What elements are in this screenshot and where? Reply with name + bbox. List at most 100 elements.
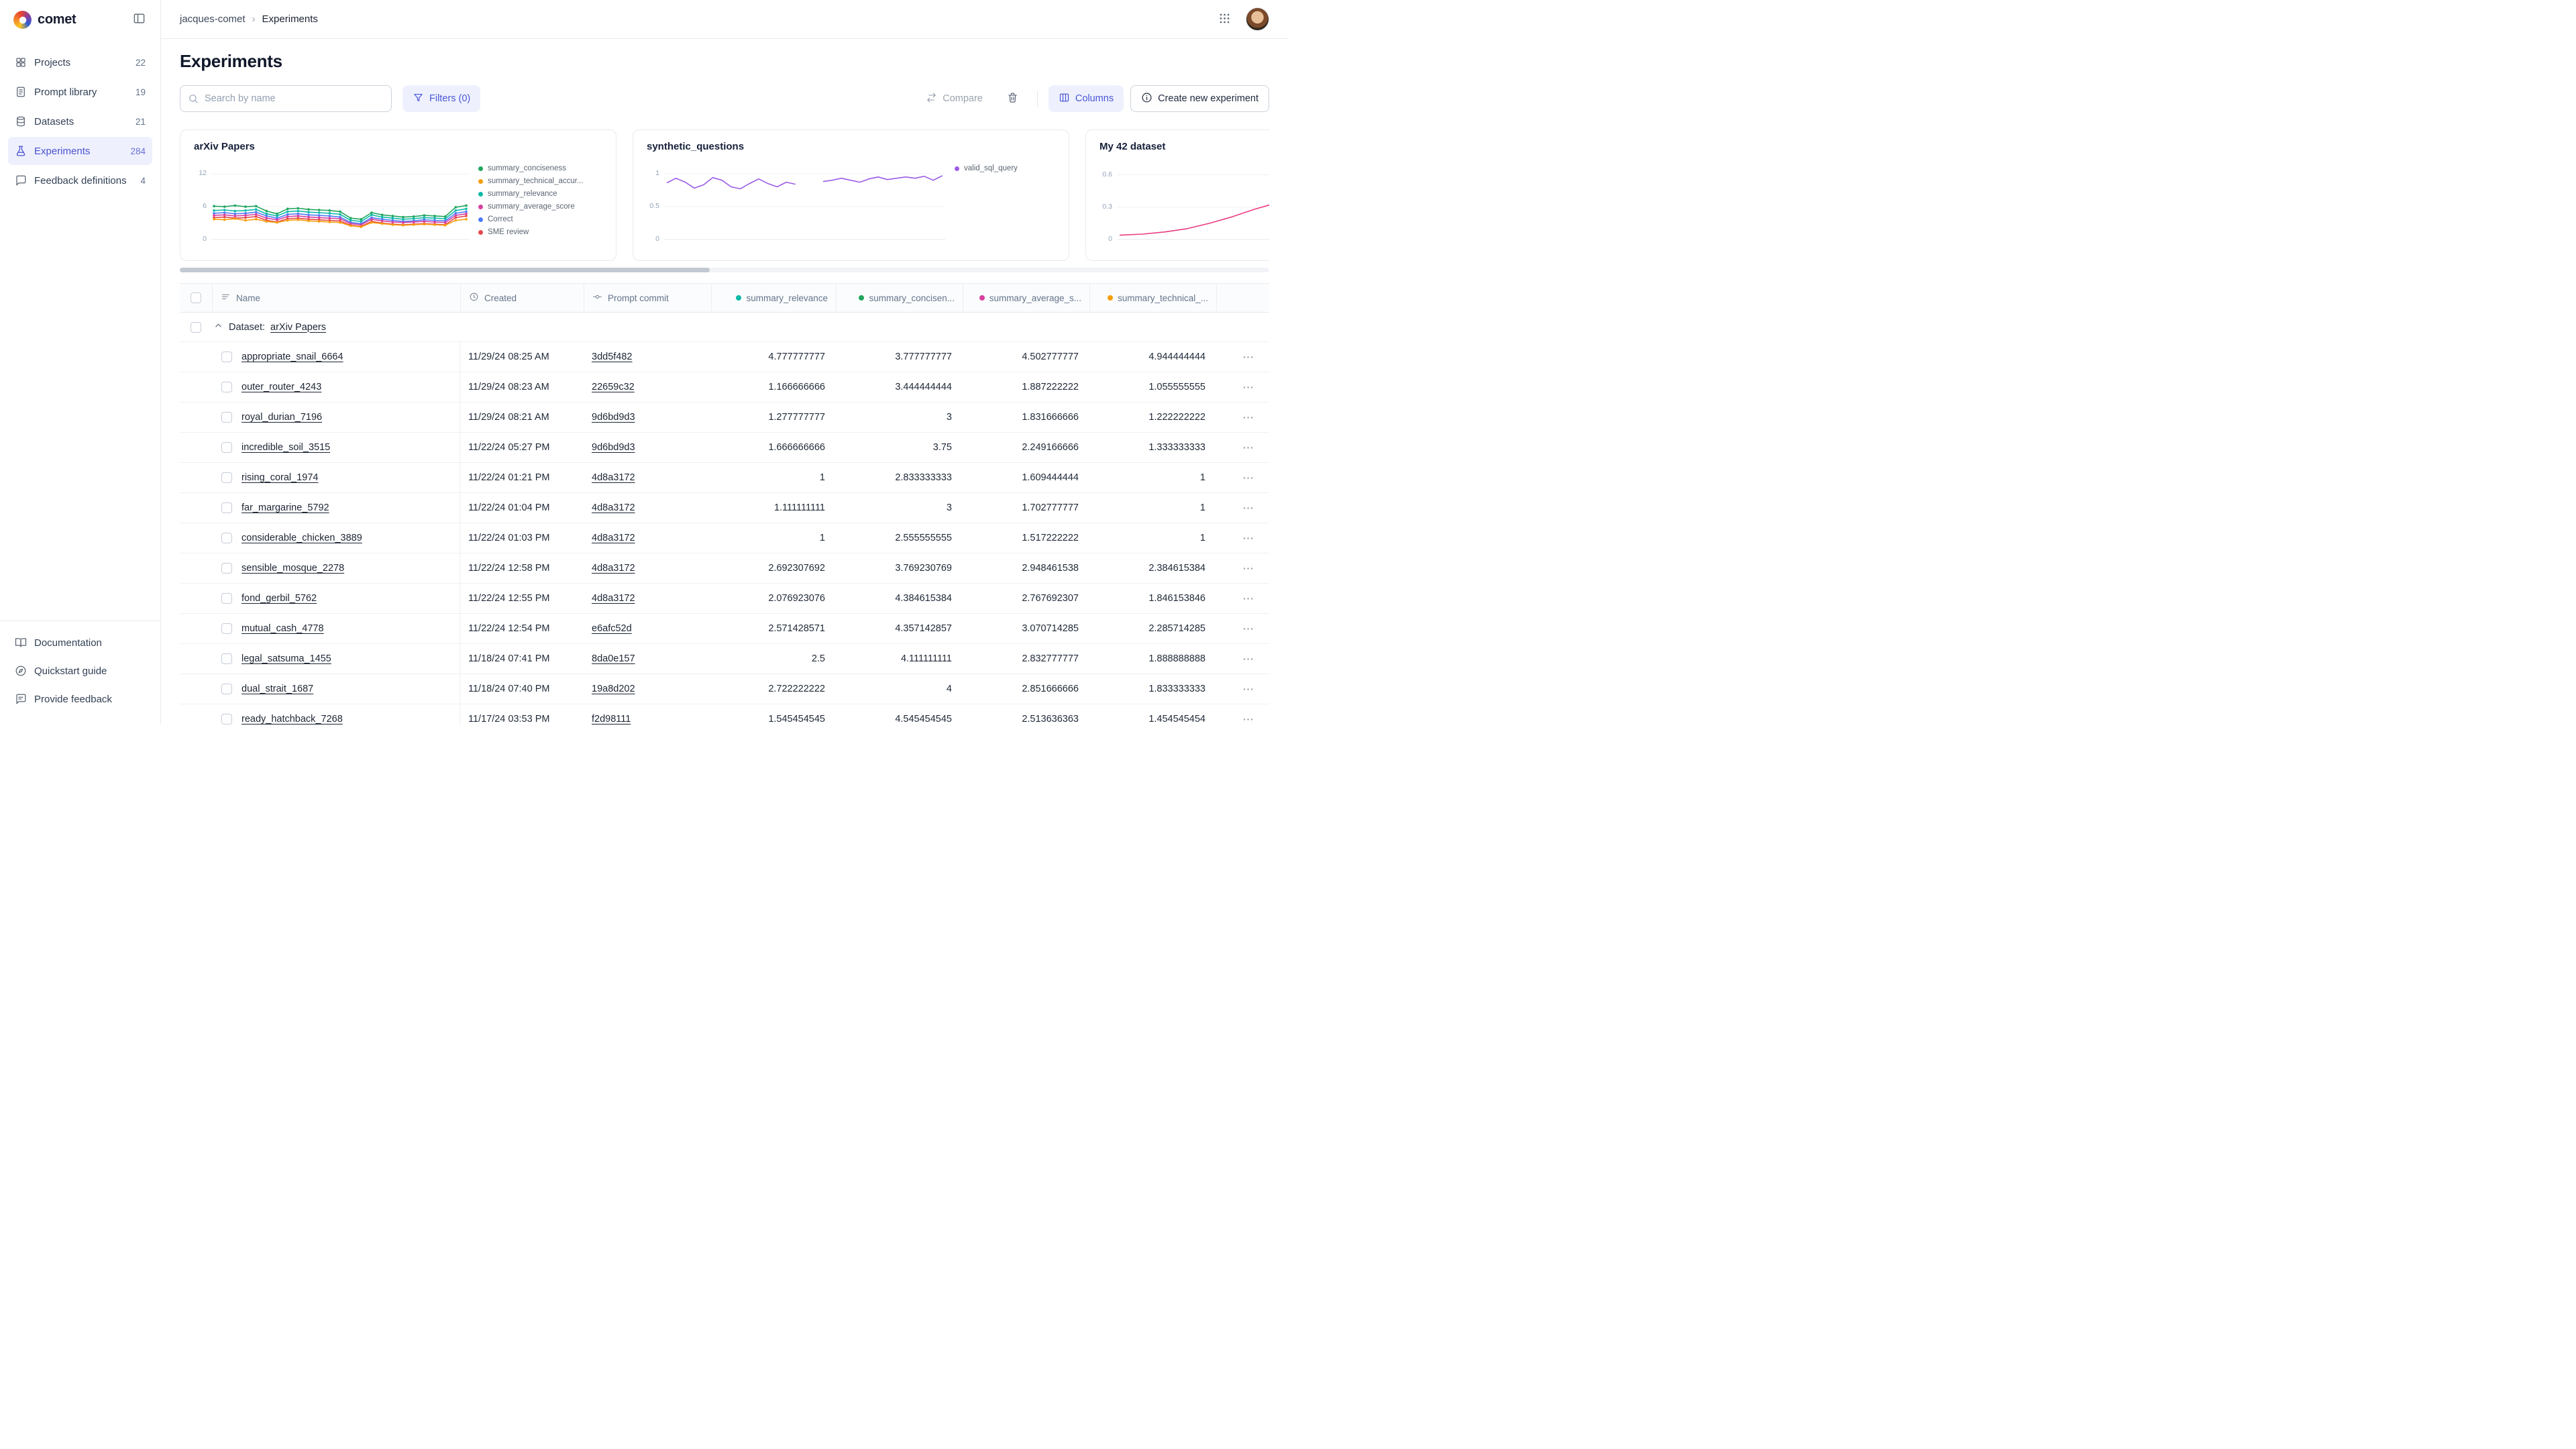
experiment-name-link[interactable]: mutual_cash_4778 [241,623,324,634]
sidebar-item-feedback-definitions[interactable]: Feedback definitions 4 [8,166,152,195]
prompt-commit-link[interactable]: 9d6bd9d3 [592,412,635,423]
create-new-experiment-button[interactable]: Create new experiment [1130,85,1269,112]
header-summary-relevance[interactable]: summary_relevance [711,284,836,312]
sidebar-item-experiments[interactable]: Experiments 284 [8,137,152,165]
group-checkbox[interactable] [191,322,201,333]
breadcrumb-workspace[interactable]: jacques-comet [180,13,246,25]
table-row[interactable]: royal_durian_7196 11/29/24 08:21 AM 9d6b… [180,402,1269,433]
table-row[interactable]: legal_satsuma_1455 11/18/24 07:41 PM 8da… [180,644,1269,674]
row-actions-button[interactable]: ⋯ [1240,349,1257,366]
footer-item-provide-feedback[interactable]: Provide feedback [8,686,152,712]
prompt-commit-link[interactable]: 9d6bd9d3 [592,442,635,453]
experiment-name-link[interactable]: dual_strait_1687 [241,684,313,694]
row-checkbox[interactable] [221,563,232,574]
row-actions-button[interactable]: ⋯ [1240,530,1257,547]
header-summary-technical[interactable]: summary_technical_... [1089,284,1216,312]
table-row[interactable]: far_margarine_5792 11/22/24 01:04 PM 4d8… [180,493,1269,523]
sidebar-item-projects[interactable]: Projects 22 [8,48,152,76]
row-checkbox[interactable] [221,502,232,513]
row-checkbox[interactable] [221,442,232,453]
prompt-commit-link[interactable]: 22659c32 [592,382,635,392]
row-checkbox[interactable] [221,593,232,604]
row-actions-button[interactable]: ⋯ [1240,651,1257,667]
row-checkbox[interactable] [221,653,232,664]
experiment-name-link[interactable]: rising_coral_1974 [241,472,318,483]
header-name[interactable]: Name [212,284,460,312]
footer-item-documentation[interactable]: Documentation [8,629,152,656]
row-actions-button[interactable]: ⋯ [1240,560,1257,577]
prompt-commit-link[interactable]: 3dd5f482 [592,352,632,362]
columns-button[interactable]: Columns [1049,85,1124,112]
prompt-commit-link[interactable]: 8da0e157 [592,653,635,664]
row-checkbox[interactable] [221,412,232,423]
row-checkbox[interactable] [221,472,232,483]
prompt-commit-link[interactable]: f2d98111 [592,714,631,724]
prompt-commit-link[interactable]: 4d8a3172 [592,563,635,574]
sidebar-item-prompt-library[interactable]: Prompt library 19 [8,78,152,106]
dataset-link[interactable]: arXiv Papers [270,322,326,333]
row-actions-button[interactable]: ⋯ [1240,379,1257,396]
horizontal-scrollbar[interactable] [180,268,1269,272]
prompt-commit-link[interactable]: 4d8a3172 [592,472,635,483]
prompt-commit-link[interactable]: 4d8a3172 [592,502,635,513]
prompt-commit-link[interactable]: 4d8a3172 [592,593,635,604]
experiment-name-link[interactable]: considerable_chicken_3889 [241,533,362,543]
table-row[interactable]: ready_hatchback_7268 11/17/24 03:53 PM f… [180,704,1269,724]
search-input[interactable] [180,85,392,112]
table-row[interactable]: sensible_mosque_2278 11/22/24 12:58 PM 4… [180,553,1269,584]
row-actions-button[interactable]: ⋯ [1240,681,1257,698]
experiment-name-link[interactable]: royal_durian_7196 [241,412,322,423]
select-all-checkbox[interactable] [191,292,201,303]
table-row[interactable]: fond_gerbil_5762 11/22/24 12:55 PM 4d8a3… [180,584,1269,614]
row-checkbox[interactable] [221,352,232,362]
table-row[interactable]: rising_coral_1974 11/22/24 01:21 PM 4d8a… [180,463,1269,493]
row-actions-button[interactable]: ⋯ [1240,409,1257,426]
dataset-group-row[interactable]: Dataset: arXiv Papers [180,313,1269,342]
row-actions-button[interactable]: ⋯ [1240,500,1257,517]
experiment-name-link[interactable]: incredible_soil_3515 [241,442,330,453]
row-actions-button[interactable]: ⋯ [1240,470,1257,486]
row-checkbox[interactable] [221,382,232,392]
table-row[interactable]: considerable_chicken_3889 11/22/24 01:03… [180,523,1269,553]
row-checkbox[interactable] [221,714,232,724]
experiment-name-link[interactable]: fond_gerbil_5762 [241,593,317,604]
row-actions-button[interactable]: ⋯ [1240,439,1257,456]
chart-card-my-42-dataset[interactable]: My 42 dataset 00.30.6 [1085,129,1269,261]
sidebar-collapse-button[interactable] [130,9,148,30]
chevron-up-icon[interactable] [213,321,223,333]
filters-button[interactable]: Filters (0) [402,85,480,112]
experiment-name-link[interactable]: ready_hatchback_7268 [241,714,343,724]
prompt-commit-link[interactable]: e6afc52d [592,623,632,634]
table-row[interactable]: dual_strait_1687 11/18/24 07:40 PM 19a8d… [180,674,1269,704]
prompt-commit-link[interactable]: 4d8a3172 [592,533,635,543]
experiment-name-link[interactable]: outer_router_4243 [241,382,321,392]
user-avatar[interactable] [1246,7,1269,31]
prompt-commit-link[interactable]: 19a8d202 [592,684,635,694]
chart-card-arxiv-papers[interactable]: arXiv Papers 0612 summary_conciseness su… [180,129,616,261]
experiment-name-link[interactable]: far_margarine_5792 [241,502,329,513]
row-actions-button[interactable]: ⋯ [1240,590,1257,607]
scrollbar-thumb[interactable] [180,268,710,272]
experiment-name-link[interactable]: sensible_mosque_2278 [241,563,344,574]
header-summary-average-score[interactable]: summary_average_s... [963,284,1089,312]
table-row[interactable]: outer_router_4243 11/29/24 08:23 AM 2265… [180,372,1269,402]
sidebar-item-datasets[interactable]: Datasets 21 [8,107,152,136]
delete-button[interactable] [1000,85,1026,112]
apps-menu-button[interactable] [1216,9,1234,30]
chart-card-synthetic-questions[interactable]: synthetic_questions 00.51 valid_sql_quer… [633,129,1069,261]
header-prompt-commit[interactable]: Prompt commit [584,284,711,312]
header-summary-conciseness[interactable]: summary_concisen... [836,284,963,312]
row-actions-button[interactable]: ⋯ [1240,621,1257,637]
row-checkbox[interactable] [221,533,232,543]
experiment-name-link[interactable]: appropriate_snail_6664 [241,352,343,362]
compare-button[interactable]: Compare [916,85,993,112]
row-actions-button[interactable]: ⋯ [1240,711,1257,725]
row-checkbox[interactable] [221,623,232,634]
experiment-name-link[interactable]: legal_satsuma_1455 [241,653,331,664]
header-created[interactable]: Created [460,284,584,312]
row-checkbox[interactable] [221,684,232,694]
table-row[interactable]: appropriate_snail_6664 11/29/24 08:25 AM… [180,342,1269,372]
footer-item-quickstart-guide[interactable]: Quickstart guide [8,657,152,684]
table-row[interactable]: incredible_soil_3515 11/22/24 05:27 PM 9… [180,433,1269,463]
table-row[interactable]: mutual_cash_4778 11/22/24 12:54 PM e6afc… [180,614,1269,644]
